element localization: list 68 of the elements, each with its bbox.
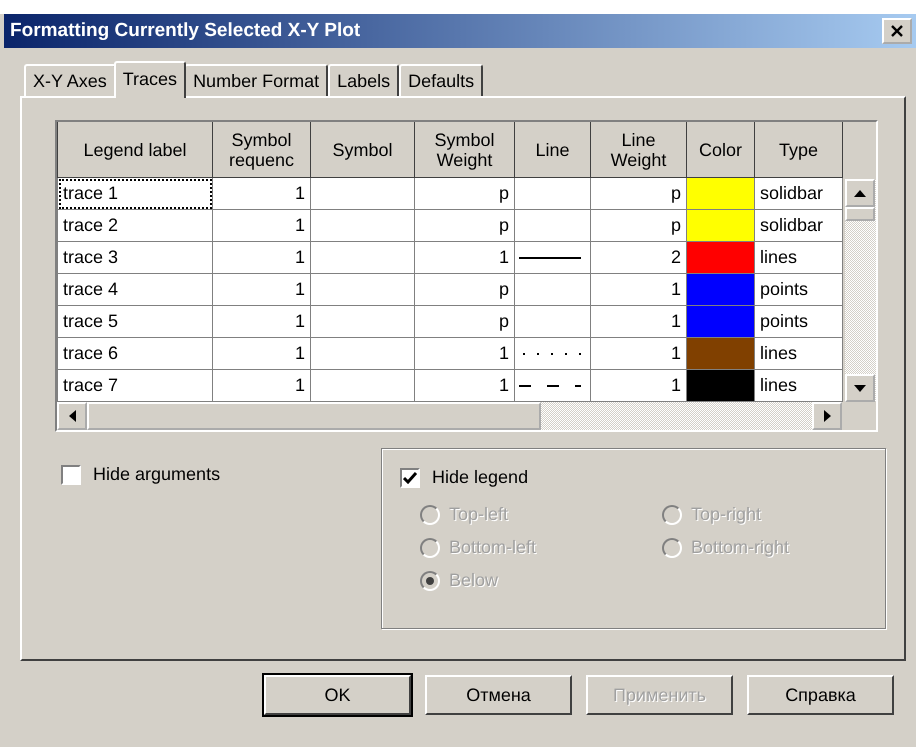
column-header: Line bbox=[514, 122, 590, 178]
table-cell: 1 bbox=[212, 306, 310, 338]
table-cell: 1 bbox=[212, 210, 310, 242]
tab[interactable]: Traces bbox=[114, 61, 186, 98]
table-cell: 1 bbox=[414, 338, 514, 370]
column-header: Symbol requenc bbox=[212, 122, 310, 178]
table-cell[interactable]: trace 5 bbox=[58, 306, 212, 338]
table-cell: solidbar bbox=[754, 178, 842, 210]
column-header: Line Weight bbox=[590, 122, 686, 178]
table-cell: solidbar bbox=[754, 210, 842, 242]
table-cell: points bbox=[754, 274, 842, 306]
tab[interactable]: Number Format bbox=[184, 64, 328, 96]
table-cell: p bbox=[414, 306, 514, 338]
table-cell: p bbox=[414, 210, 514, 242]
table-cell: lines bbox=[754, 370, 842, 402]
table-cell: 1 bbox=[212, 274, 310, 306]
scroll-down-button[interactable] bbox=[845, 374, 875, 402]
close-button[interactable] bbox=[882, 18, 912, 44]
table-cell[interactable]: trace 2 bbox=[58, 210, 212, 242]
column-header: Symbol Weight bbox=[414, 122, 514, 178]
left-arrow-icon bbox=[68, 410, 76, 422]
table-cell: p bbox=[590, 210, 686, 242]
dialog-button[interactable]: OK bbox=[264, 675, 411, 715]
table-cell[interactable]: trace 1 bbox=[58, 178, 212, 210]
close-icon bbox=[890, 24, 904, 38]
right-arrow-icon bbox=[824, 410, 830, 422]
scroll-right-button[interactable] bbox=[812, 402, 842, 430]
table-cell[interactable]: trace 3 bbox=[58, 242, 212, 274]
up-arrow-icon bbox=[854, 190, 866, 196]
scroll-up-button[interactable] bbox=[845, 179, 875, 207]
table-cell[interactable]: trace 6 bbox=[58, 338, 212, 370]
tab[interactable]: Defaults bbox=[399, 64, 484, 96]
table-cell: 2 bbox=[590, 242, 686, 274]
table-cell[interactable]: trace 4 bbox=[58, 274, 212, 306]
checkbox-label: Hide legend bbox=[432, 467, 528, 488]
scroll-left-button[interactable] bbox=[57, 402, 87, 430]
tab[interactable]: X-Y Axes bbox=[24, 64, 116, 96]
table-cell: 1 bbox=[590, 370, 686, 402]
table-cell: p bbox=[414, 274, 514, 306]
table-cell: 1 bbox=[212, 338, 310, 370]
table-cell: 1 bbox=[212, 178, 310, 210]
dialog-button[interactable]: Отмена bbox=[425, 675, 572, 715]
table-cell: 1 bbox=[590, 274, 686, 306]
table-cell: points bbox=[754, 306, 842, 338]
column-header: Legend label bbox=[58, 122, 212, 178]
table-cell: 1 bbox=[414, 370, 514, 402]
table-cell: p bbox=[590, 178, 686, 210]
table-cell: p bbox=[414, 178, 514, 210]
table-cell[interactable]: trace 7 bbox=[58, 370, 212, 402]
tab[interactable]: Labels bbox=[328, 64, 400, 96]
down-arrow-icon bbox=[854, 384, 866, 392]
table-cell: lines bbox=[754, 242, 842, 274]
scroll-thumb[interactable] bbox=[87, 402, 541, 430]
column-header: Symbol bbox=[310, 122, 414, 178]
table-cell: 1 bbox=[590, 306, 686, 338]
window-title: Formatting Currently Selected X-Y Plot bbox=[10, 20, 362, 42]
table-cell: 1 bbox=[212, 242, 310, 274]
scroll-thumb[interactable] bbox=[845, 207, 875, 221]
dialog-button[interactable]: Справка bbox=[747, 675, 894, 715]
table-cell: 1 bbox=[590, 338, 686, 370]
table-cell: lines bbox=[754, 338, 842, 370]
column-header: Type bbox=[754, 122, 842, 178]
table-cell: 1 bbox=[212, 370, 310, 402]
table-cell: 1 bbox=[414, 242, 514, 274]
checkbox[interactable] bbox=[61, 464, 81, 484]
column-header: Color bbox=[686, 122, 754, 178]
checkbox-label: Hide arguments bbox=[93, 464, 220, 485]
checkbox[interactable] bbox=[400, 468, 420, 488]
